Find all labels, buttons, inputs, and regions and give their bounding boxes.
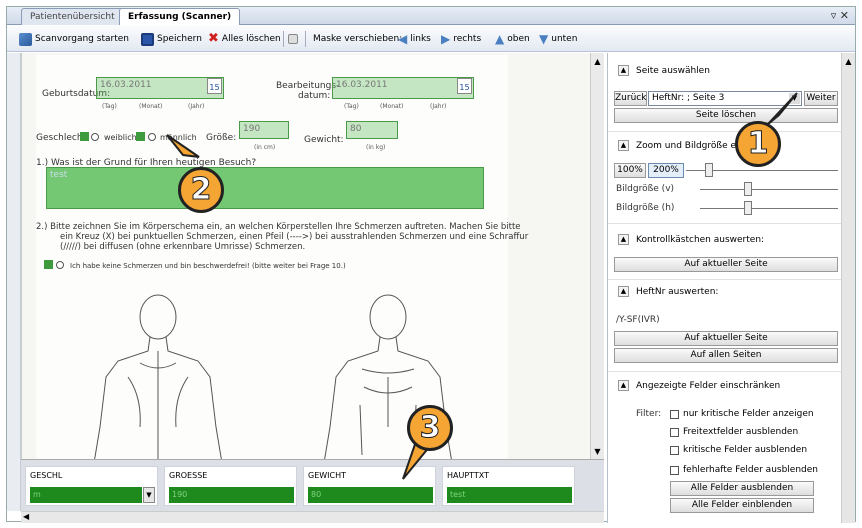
callout-1: 1 [735,121,781,167]
callout-3: 3 [407,405,453,451]
application-window: Patientenübersicht Erfassung (Scanner) ▿… [6,6,856,523]
callout-2: 2 [178,167,224,213]
